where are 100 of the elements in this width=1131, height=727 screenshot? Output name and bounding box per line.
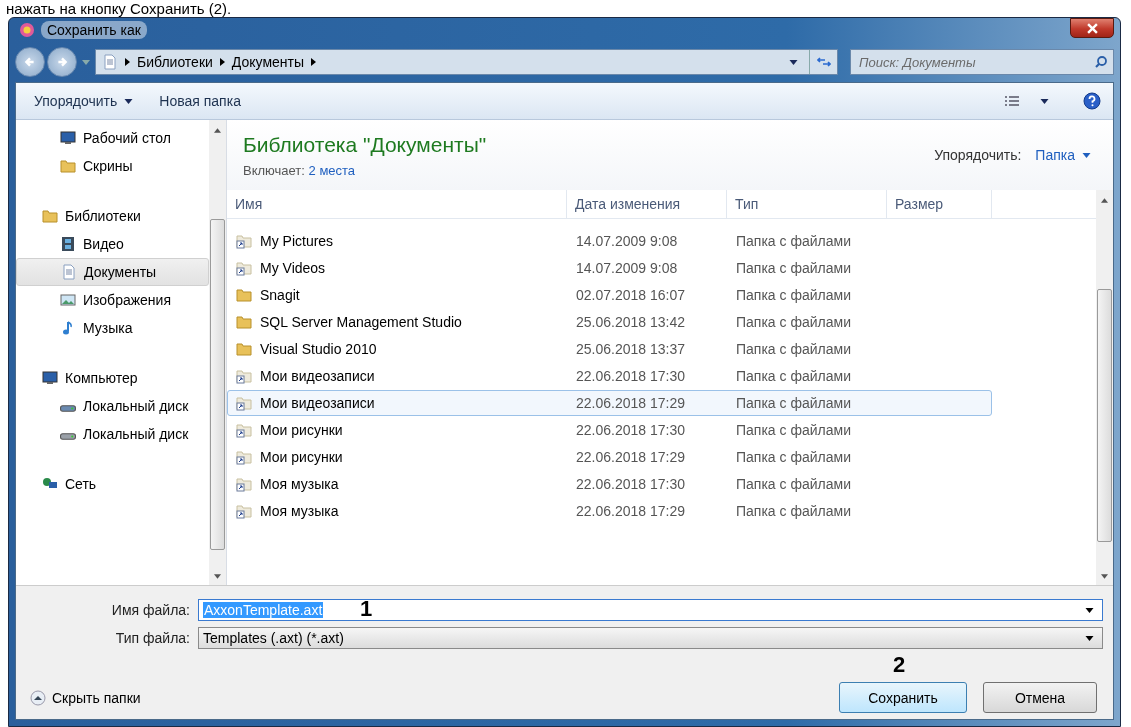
sidebar-item[interactable]: Скрины bbox=[16, 152, 209, 180]
file-row[interactable]: Мои рисунки 22.06.2018 17:29 Папка с файлами bbox=[227, 444, 992, 470]
type-cell-text: Папка с файлами bbox=[735, 395, 852, 411]
file-name: Snagit bbox=[260, 287, 300, 303]
back-button[interactable] bbox=[15, 47, 45, 77]
column-header[interactable]: Имя bbox=[227, 190, 567, 218]
locations-link[interactable]: 2 места bbox=[308, 162, 356, 178]
chevron-up-icon bbox=[30, 689, 46, 706]
search-icon bbox=[1094, 55, 1108, 69]
date-cell-text: 22.06.2018 17:30 bbox=[575, 368, 686, 384]
hide-folders-button[interactable]: Скрыть папки bbox=[30, 689, 141, 706]
includes-label: Включает: bbox=[243, 162, 305, 178]
date-cell-text: 14.07.2009 9:08 bbox=[575, 233, 679, 249]
file-name-label: Имя файла: bbox=[110, 602, 191, 618]
sidebar-item[interactable]: Сеть bbox=[16, 470, 209, 498]
list-view-icon bbox=[1004, 95, 1020, 107]
column-header[interactable]: Размер bbox=[887, 190, 992, 218]
file-row[interactable]: My Videos 14.07.2009 9:08 Папка с файлами bbox=[227, 255, 992, 281]
forward-button[interactable] bbox=[47, 47, 77, 77]
sidebar-item[interactable]: Документы bbox=[16, 258, 209, 286]
picture-icon bbox=[60, 292, 76, 308]
sidebar-item[interactable]: Изображения bbox=[16, 286, 209, 314]
file-type-dropdown[interactable]: Templates (.axt) (*.axt) bbox=[198, 627, 1103, 649]
app-icon bbox=[19, 22, 35, 38]
shortcut-folder-icon bbox=[236, 449, 252, 465]
annotation-number: 2 bbox=[893, 653, 906, 677]
caret-icon bbox=[82, 59, 90, 65]
refresh-icon bbox=[816, 55, 831, 69]
date-cell-text: 22.06.2018 17:30 bbox=[575, 422, 686, 438]
file-type-label: Тип файла: bbox=[114, 630, 191, 646]
document-icon bbox=[102, 54, 118, 70]
file-row[interactable]: Моя музыка 22.06.2018 17:30 Папка с файлами bbox=[227, 471, 992, 497]
date-cell-text: 22.06.2018 17:29 bbox=[575, 395, 686, 411]
dropdown-caret-icon bbox=[1040, 98, 1049, 104]
file-name: Мои рисунки bbox=[260, 422, 343, 438]
film-icon bbox=[60, 236, 76, 252]
date-cell-text: 25.06.2018 13:37 bbox=[575, 341, 686, 357]
date-cell-text: 22.06.2018 17:29 bbox=[575, 503, 686, 519]
scroll-down-icon bbox=[214, 574, 221, 579]
file-row[interactable]: Мои видеозаписи 22.06.2018 17:30 Папка с файлами bbox=[227, 363, 992, 389]
breadcrumb[interactable]: Документы bbox=[231, 54, 305, 70]
file-row[interactable]: Visual Studio 2010 25.06.2018 13:37 Папка с файлами bbox=[227, 336, 992, 362]
file-row[interactable]: Snagit 02.07.2018 16:07 Папка с файлами bbox=[227, 282, 992, 308]
help-button[interactable] bbox=[1083, 92, 1101, 110]
scroll-up-icon bbox=[1101, 198, 1108, 203]
type-cell-text: Папка с файлами bbox=[735, 476, 852, 492]
sidebar-item[interactable]: Рабочий стол bbox=[16, 124, 209, 152]
cancel-button[interactable]: Отмена bbox=[983, 682, 1097, 713]
address-bar[interactable]: Библиотеки Документы bbox=[95, 49, 838, 75]
dropdown-caret-icon bbox=[1085, 635, 1094, 641]
sidebar-item[interactable]: Локальный диск bbox=[16, 392, 209, 420]
date-cell-text: 25.06.2018 13:42 bbox=[575, 314, 686, 330]
shortcut-folder-icon bbox=[236, 368, 252, 384]
column-header[interactable]: Дата изменения bbox=[567, 190, 727, 218]
sidebar-item[interactable]: Музыка bbox=[16, 314, 209, 342]
save-button[interactable]: Сохранить bbox=[839, 682, 967, 713]
sidebar-item[interactable]: Локальный диск bbox=[16, 420, 209, 448]
chevron-icon bbox=[125, 58, 130, 66]
shortcut-folder-icon bbox=[236, 233, 252, 249]
organize-button[interactable]: Упорядочить bbox=[28, 89, 140, 113]
file-row[interactable]: Моя музыка 22.06.2018 17:29 Папка с файлами bbox=[227, 498, 992, 524]
arrange-dropdown[interactable]: Папка bbox=[1035, 147, 1091, 163]
sidebar-item[interactable]: Библиотеки bbox=[16, 202, 209, 230]
type-cell-text: Папка с файлами bbox=[735, 260, 852, 276]
file-row[interactable]: My Pictures 14.07.2009 9:08 Папка с файлами bbox=[227, 228, 992, 254]
type-cell-text: Папка с файлами bbox=[735, 449, 852, 465]
close-button[interactable] bbox=[1070, 18, 1114, 38]
file-row[interactable]: Мои видеозаписи 22.06.2018 17:29 Папка с файлами bbox=[227, 390, 992, 416]
help-icon bbox=[1083, 92, 1101, 110]
breadcrumb[interactable]: Библиотеки bbox=[137, 54, 213, 70]
folder-icon bbox=[236, 287, 252, 303]
scroll-down-icon bbox=[1101, 574, 1108, 579]
scroll-up-icon bbox=[214, 128, 221, 133]
shortcut-folder-icon bbox=[236, 395, 252, 411]
search-field[interactable]: Поиск: Документы bbox=[850, 49, 1114, 75]
library-title: Библиотека "Документы" bbox=[243, 132, 487, 157]
folder-icon bbox=[60, 158, 76, 174]
arrow-right-icon bbox=[56, 56, 68, 68]
sidebar-item[interactable]: Компьютер bbox=[16, 364, 209, 392]
sidebar-item[interactable]: Видео bbox=[16, 230, 209, 258]
chevron-icon bbox=[311, 58, 317, 66]
new-folder-button[interactable]: Новая папка bbox=[153, 89, 247, 113]
type-cell-text: Папка с файлами bbox=[735, 503, 852, 519]
column-header[interactable]: Тип bbox=[727, 190, 887, 218]
arrange-label: Упорядочить: bbox=[934, 147, 1022, 163]
shortcut-folder-icon bbox=[236, 476, 252, 492]
folder-icon bbox=[42, 208, 58, 224]
file-name: Моя музыка bbox=[260, 476, 339, 492]
file-row[interactable]: Мои рисунки 22.06.2018 17:30 Папка с файлами bbox=[227, 417, 992, 443]
scrollbar[interactable] bbox=[209, 120, 226, 585]
file-name: SQL Server Management Studio bbox=[260, 314, 462, 330]
date-cell-text: 22.06.2018 17:30 bbox=[575, 476, 686, 492]
dropdown-caret-icon bbox=[124, 98, 134, 104]
instruction-text: нажать на кнопку Сохранить (2). bbox=[5, 0, 233, 17]
folder-icon bbox=[236, 341, 252, 357]
date-cell-text: 22.06.2018 17:29 bbox=[575, 449, 686, 465]
scrollbar[interactable] bbox=[1096, 190, 1113, 585]
shortcut-folder-icon bbox=[236, 260, 252, 276]
file-row[interactable]: SQL Server Management Studio 25.06.2018 13:42 Папка с файлами bbox=[227, 309, 992, 335]
drive-icon bbox=[60, 405, 76, 412]
